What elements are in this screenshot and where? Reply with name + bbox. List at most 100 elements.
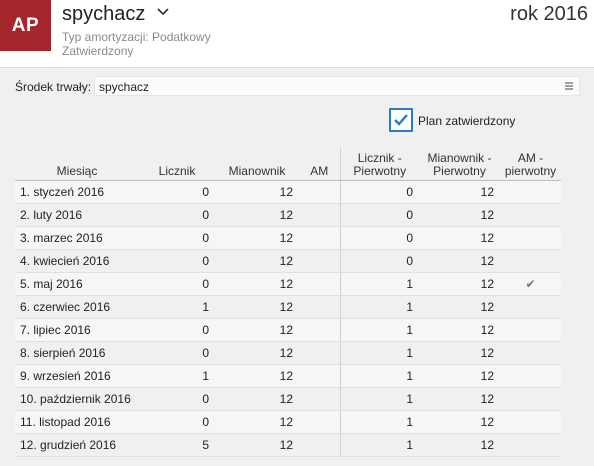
cell-denominator[interactable]: 12	[215, 203, 299, 227]
cell-am[interactable]	[299, 387, 341, 411]
cell-am[interactable]	[299, 272, 341, 296]
column-header-am-original[interactable]: AM - pierwotny	[500, 147, 561, 181]
cell-counter-original[interactable]: 1	[340, 433, 419, 457]
cell-month[interactable]: 7. lipiec 2016	[15, 318, 139, 342]
cell-counter[interactable]: 0	[139, 410, 215, 434]
cell-denominator[interactable]: 12	[215, 295, 299, 319]
cell-denominator-original[interactable]: 12	[419, 410, 500, 434]
cell-counter[interactable]: 0	[139, 249, 215, 273]
cell-counter[interactable]: 5	[139, 433, 215, 457]
cell-am-original[interactable]	[500, 433, 561, 457]
cell-counter[interactable]: 1	[139, 295, 215, 319]
cell-am[interactable]	[299, 318, 341, 342]
cell-counter-original[interactable]: 0	[340, 203, 419, 227]
cell-denominator[interactable]: 12	[215, 272, 299, 296]
cell-denominator-original[interactable]: 12	[419, 180, 500, 204]
table-row[interactable]: 4. kwiecień 2016 0 12 0 12	[15, 249, 561, 273]
cell-denominator-original[interactable]: 12	[419, 249, 500, 273]
cell-counter[interactable]: 1	[139, 364, 215, 388]
cell-denominator[interactable]: 12	[215, 341, 299, 365]
cell-denominator[interactable]: 12	[215, 364, 299, 388]
column-header-am[interactable]: AM	[299, 147, 341, 181]
cell-month[interactable]: 1. styczeń 2016	[15, 180, 139, 204]
cell-month[interactable]: 10. październik 2016	[15, 387, 139, 411]
cell-am-original[interactable]	[500, 249, 561, 273]
cell-counter-original[interactable]: 1	[340, 364, 419, 388]
cell-denominator-original[interactable]: 12	[419, 318, 500, 342]
table-row[interactable]: 9. wrzesień 2016 1 12 1 12	[15, 364, 561, 388]
cell-denominator-original[interactable]: 12	[419, 295, 500, 319]
table-row[interactable]: 6. czerwiec 2016 1 12 1 12	[15, 295, 561, 319]
check-icon[interactable]: ✔	[500, 272, 561, 296]
cell-am-original[interactable]	[500, 387, 561, 411]
cell-counter-original[interactable]: 0	[340, 249, 419, 273]
cell-am-original[interactable]	[500, 226, 561, 250]
cell-counter[interactable]: 0	[139, 387, 215, 411]
cell-am-original[interactable]	[500, 364, 561, 388]
cell-am-original[interactable]	[500, 341, 561, 365]
plan-approved-checkbox[interactable]	[389, 108, 413, 132]
cell-month[interactable]: 2. luty 2016	[15, 203, 139, 227]
column-header-denominator[interactable]: Mianownik	[215, 147, 299, 181]
cell-counter-original[interactable]: 1	[340, 272, 419, 296]
cell-counter[interactable]: 0	[139, 226, 215, 250]
cell-denominator-original[interactable]: 12	[419, 203, 500, 227]
cell-counter[interactable]: 0	[139, 341, 215, 365]
cell-month[interactable]: 4. kwiecień 2016	[15, 249, 139, 273]
cell-month[interactable]: 6. czerwiec 2016	[15, 295, 139, 319]
cell-counter-original[interactable]: 0	[340, 226, 419, 250]
table-row[interactable]: 12. grudzień 2016 5 12 1 12	[15, 433, 561, 457]
cell-am[interactable]	[299, 364, 341, 388]
cell-counter[interactable]: 0	[139, 318, 215, 342]
cell-denominator[interactable]: 12	[215, 387, 299, 411]
cell-counter-original[interactable]: 1	[340, 295, 419, 319]
cell-am[interactable]	[299, 433, 341, 457]
cell-counter-original[interactable]: 1	[340, 318, 419, 342]
cell-denominator[interactable]: 12	[215, 226, 299, 250]
cell-month[interactable]: 8. sierpień 2016	[15, 341, 139, 365]
cell-month[interactable]: 9. wrzesień 2016	[15, 364, 139, 388]
cell-month[interactable]: 11. listopad 2016	[15, 410, 139, 434]
column-header-counter-original[interactable]: Licznik - Pierwotny	[340, 147, 419, 181]
table-row[interactable]: 3. marzec 2016 0 12 0 12	[15, 226, 561, 250]
cell-denominator[interactable]: 12	[215, 433, 299, 457]
cell-denominator[interactable]: 12	[215, 180, 299, 204]
menu-icon[interactable]	[563, 80, 575, 92]
cell-counter-original[interactable]: 0	[340, 180, 419, 204]
cell-am-original[interactable]	[500, 180, 561, 204]
column-header-counter[interactable]: Licznik	[139, 147, 215, 181]
table-row[interactable]: 1. styczeń 2016 0 12 0 12	[15, 180, 561, 204]
cell-denominator[interactable]: 12	[215, 249, 299, 273]
cell-am-original[interactable]	[500, 410, 561, 434]
cell-am[interactable]	[299, 410, 341, 434]
cell-counter[interactable]: 0	[139, 272, 215, 296]
table-row[interactable]: 10. październik 2016 0 12 1 12	[15, 387, 561, 411]
chevron-down-icon[interactable]	[156, 5, 170, 19]
cell-denominator-original[interactable]: 12	[419, 364, 500, 388]
cell-am-original[interactable]	[500, 295, 561, 319]
cell-month[interactable]: 12. grudzień 2016	[15, 433, 139, 457]
cell-denominator[interactable]: 12	[215, 410, 299, 434]
table-row[interactable]: 7. lipiec 2016 0 12 1 12	[15, 318, 561, 342]
cell-am[interactable]	[299, 341, 341, 365]
cell-denominator-original[interactable]: 12	[419, 226, 500, 250]
cell-counter-original[interactable]: 1	[340, 410, 419, 434]
cell-am[interactable]	[299, 203, 341, 227]
table-row[interactable]: 5. maj 2016 0 12 1 12 ✔	[15, 272, 561, 296]
table-row[interactable]: 2. luty 2016 0 12 0 12	[15, 203, 561, 227]
cell-am[interactable]	[299, 180, 341, 204]
cell-counter[interactable]: 0	[139, 180, 215, 204]
cell-am-original[interactable]	[500, 203, 561, 227]
cell-denominator[interactable]: 12	[215, 318, 299, 342]
cell-month[interactable]: 3. marzec 2016	[15, 226, 139, 250]
asset-field-input[interactable]: spychacz	[94, 76, 580, 96]
column-header-denominator-original[interactable]: Mianownik - Pierwotny	[419, 147, 500, 181]
table-row[interactable]: 11. listopad 2016 0 12 1 12	[15, 410, 561, 434]
cell-denominator-original[interactable]: 12	[419, 433, 500, 457]
column-header-month[interactable]: Miesiąc	[15, 147, 139, 181]
cell-am-original[interactable]	[500, 318, 561, 342]
cell-counter-original[interactable]: 1	[340, 387, 419, 411]
cell-am[interactable]	[299, 226, 341, 250]
cell-denominator-original[interactable]: 12	[419, 272, 500, 296]
cell-denominator-original[interactable]: 12	[419, 341, 500, 365]
